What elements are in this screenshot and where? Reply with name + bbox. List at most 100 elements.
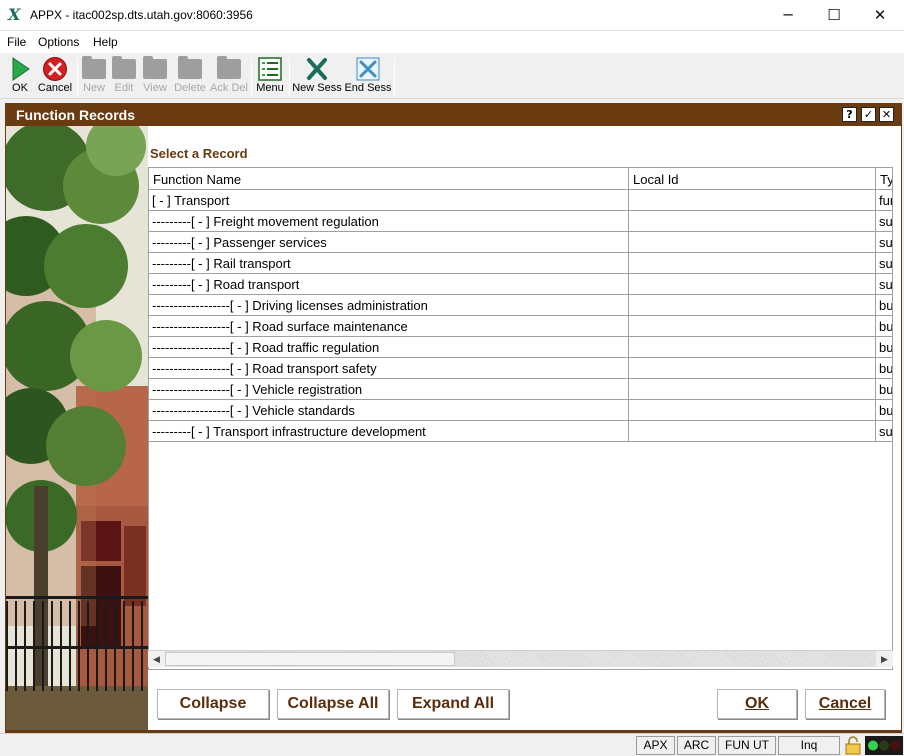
new-record-icon — [82, 56, 106, 79]
select-record-label: Select a Record — [150, 146, 248, 161]
menu-options[interactable]: Options — [38, 35, 79, 49]
end-session-tool-button[interactable]: End Sess — [344, 54, 392, 98]
type-cell: fur — [876, 190, 892, 211]
scrollbar-thumb[interactable] — [165, 652, 455, 666]
new-session-tool-button[interactable]: New Sess — [292, 54, 342, 98]
ack-del-tool-button[interactable]: Ack Del — [210, 54, 248, 98]
function-name-cell: ------------------[ - ] Vehicle registra… — [149, 379, 629, 400]
view-record-icon — [143, 56, 167, 79]
menu-file[interactable]: File — [7, 35, 26, 49]
local-id-cell — [629, 421, 876, 442]
edit-tool-button[interactable]: Edit — [110, 54, 138, 98]
cancel-button[interactable]: Cancel — [805, 689, 885, 719]
local-id-cell — [629, 211, 876, 232]
table-row[interactable]: ------------------[ - ] Road surface mai… — [149, 316, 892, 337]
function-name-cell: ------------------[ - ] Vehicle standard… — [149, 400, 629, 421]
view-tool-button[interactable]: View — [141, 54, 169, 98]
help-button[interactable]: ? — [842, 107, 857, 122]
view-tool-label: View — [143, 82, 167, 94]
status-apx: APX — [636, 736, 675, 755]
type-cell: bu — [876, 316, 892, 337]
column-header-type[interactable]: Ty — [876, 168, 892, 190]
delete-record-icon — [178, 56, 202, 79]
cancel-tool-button[interactable]: Cancel — [36, 54, 74, 98]
type-cell: su — [876, 421, 892, 442]
local-id-cell — [629, 232, 876, 253]
ack-delete-icon — [217, 56, 241, 79]
menu-tool-label: Menu — [256, 82, 284, 94]
table-row[interactable]: [ - ] Transport fur — [149, 190, 892, 211]
records-grid: Function Name Local Id Ty [ - ] Transpor… — [148, 167, 893, 670]
toolbar: OK Cancel New Edit View Delete Ack Del M… — [0, 53, 904, 99]
menu-tool-button[interactable]: Menu — [254, 54, 286, 98]
window-heading: Function Records — [16, 107, 136, 123]
local-id-cell — [629, 295, 876, 316]
status-fun-ut: FUN UT — [718, 736, 776, 755]
new-tool-label: New — [82, 82, 105, 94]
cancel-button-label: Cancel — [818, 695, 872, 712]
table-row[interactable]: ---------[ - ] Transport infrastructure … — [149, 421, 892, 442]
function-name-cell: ---------[ - ] Road transport — [149, 274, 629, 295]
function-name-cell: ---------[ - ] Transport infrastructure … — [149, 421, 629, 442]
table-row[interactable]: ---------[ - ] Road transport su — [149, 274, 892, 295]
type-cell: bu — [876, 400, 892, 421]
horizontal-scrollbar[interactable]: ◀ ▶ — [148, 650, 893, 667]
edit-tool-label: Edit — [114, 82, 134, 94]
menu-help[interactable]: Help — [93, 35, 118, 49]
table-row[interactable]: ---------[ - ] Rail transport su — [149, 253, 892, 274]
toolbar-separator — [251, 58, 252, 96]
toolbar-separator — [289, 58, 290, 96]
table-row[interactable]: ------------------[ - ] Road traffic reg… — [149, 337, 892, 358]
local-id-cell — [629, 190, 876, 211]
type-cell: bu — [876, 337, 892, 358]
table-row[interactable]: ------------------[ - ] Road transport s… — [149, 358, 892, 379]
ok-button[interactable]: OK — [717, 689, 797, 719]
window-title: APPX - itac002sp.dts.utah.gov:8060:3956 — [30, 8, 253, 22]
table-row[interactable]: ------------------[ - ] Vehicle registra… — [149, 379, 892, 400]
expand-all-button[interactable]: Expand All — [397, 689, 509, 719]
local-id-cell — [629, 400, 876, 421]
ok-tool-label: OK — [12, 82, 28, 94]
close-button[interactable]: ✕ — [857, 0, 903, 31]
frame-close-button[interactable]: ✕ — [879, 107, 894, 122]
local-id-cell — [629, 337, 876, 358]
new-tool-button[interactable]: New — [80, 54, 108, 98]
function-name-cell: ------------------[ - ] Road surface mai… — [149, 316, 629, 337]
local-id-cell — [629, 274, 876, 295]
local-id-cell — [629, 379, 876, 400]
function-name-cell: ---------[ - ] Rail transport — [149, 253, 629, 274]
collapse-button[interactable]: Collapse — [157, 689, 269, 719]
local-id-cell — [629, 316, 876, 337]
function-name-cell: ---------[ - ] Passenger services — [149, 232, 629, 253]
confirm-check-button[interactable]: ✓ — [861, 107, 876, 122]
table-row[interactable]: ---------[ - ] Passenger services su — [149, 232, 892, 253]
title-bar: X APPX - itac002sp.dts.utah.gov:8060:395… — [0, 0, 904, 31]
maximize-button[interactable]: ☐ — [811, 0, 857, 31]
minimize-button[interactable]: ─ — [765, 0, 811, 31]
table-row[interactable]: ---------[ - ] Freight movement regulati… — [149, 211, 892, 232]
scroll-left-icon[interactable]: ◀ — [148, 651, 165, 667]
status-lights-icon — [865, 736, 903, 755]
function-name-cell: ------------------[ - ] Road transport s… — [149, 358, 629, 379]
table-row[interactable]: ------------------[ - ] Driving licenses… — [149, 295, 892, 316]
menu-list-icon — [258, 57, 282, 81]
scroll-right-icon[interactable]: ▶ — [876, 651, 893, 667]
cancel-x-icon — [43, 57, 67, 81]
end-session-icon — [356, 57, 380, 81]
ok-tool-button[interactable]: OK — [5, 54, 35, 98]
local-id-cell — [629, 253, 876, 274]
status-mode: Inq — [778, 736, 840, 755]
type-cell: su — [876, 253, 892, 274]
column-header-local-id[interactable]: Local Id — [629, 168, 876, 190]
type-cell: bu — [876, 295, 892, 316]
lock-icon — [845, 736, 861, 755]
delete-tool-label: Delete — [174, 82, 206, 94]
local-id-cell — [629, 358, 876, 379]
function-name-cell: [ - ] Transport — [149, 190, 629, 211]
function-name-cell: ------------------[ - ] Driving licenses… — [149, 295, 629, 316]
delete-tool-button[interactable]: Delete — [172, 54, 208, 98]
collapse-all-button[interactable]: Collapse All — [277, 689, 389, 719]
end-session-tool-label: End Sess — [344, 82, 392, 94]
column-header-function-name[interactable]: Function Name — [149, 168, 629, 190]
table-row[interactable]: ------------------[ - ] Vehicle standard… — [149, 400, 892, 421]
